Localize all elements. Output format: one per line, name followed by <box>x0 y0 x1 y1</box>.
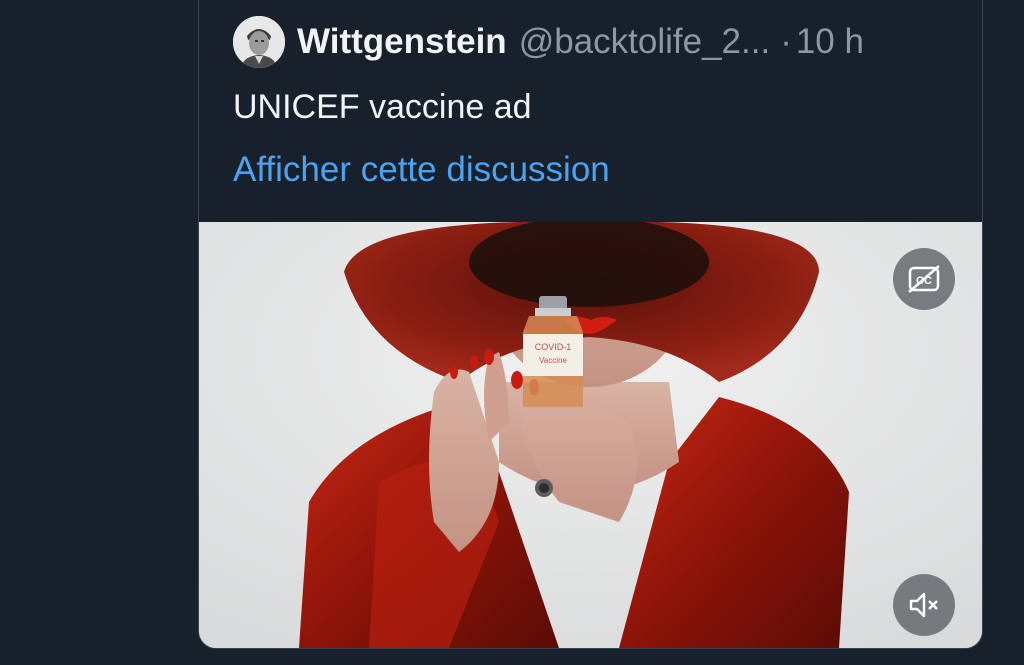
volume-muted-icon <box>909 592 938 618</box>
vial-label-line1: COVID-1 <box>535 342 572 352</box>
closed-captions-off-icon: CC <box>908 265 940 293</box>
author-display-name[interactable]: Wittgenstein <box>297 22 507 62</box>
tweet-video[interactable]: COVID-1 Vaccine CC <box>199 222 982 648</box>
tweet-timestamp[interactable]: 10 h <box>796 22 864 62</box>
author-avatar[interactable] <box>233 16 285 68</box>
header-separator: · <box>780 22 792 61</box>
show-thread-link[interactable]: Afficher cette discussion <box>233 150 610 190</box>
vial-cap <box>539 296 567 310</box>
vial-label-line2: Vaccine <box>539 356 567 365</box>
captions-toggle-button[interactable]: CC <box>893 248 955 310</box>
timeline: Wittgenstein @backtolife_2... · 10 h UNI… <box>0 0 1024 665</box>
quoted-tweet-card[interactable]: Wittgenstein @backtolife_2... · 10 h UNI… <box>198 0 983 649</box>
author-portrait-icon <box>233 16 285 68</box>
mute-toggle-button[interactable] <box>893 574 955 636</box>
tweet-text: UNICEF vaccine ad <box>233 88 532 126</box>
tweet-header: Wittgenstein @backtolife_2... · 10 h <box>233 16 864 68</box>
video-frame: COVID-1 Vaccine <box>199 222 982 648</box>
author-handle[interactable]: @backtolife_2... <box>519 22 771 62</box>
